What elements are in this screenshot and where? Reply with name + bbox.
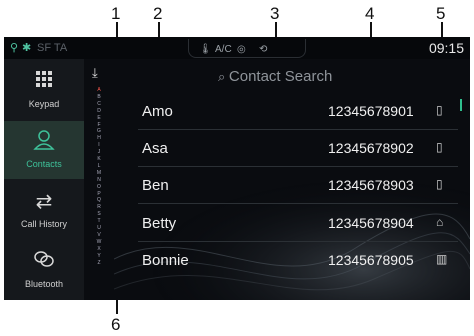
contact-name: Asa: [142, 140, 168, 157]
alphabet-letter[interactable]: Y: [84, 253, 114, 259]
sidebar-item-bluetooth[interactable]: Bluetooth: [4, 241, 84, 299]
clock: 09:15: [428, 40, 464, 56]
sidebar-item-label: Contacts: [26, 159, 62, 169]
contact-phone: 12345678902: [328, 140, 414, 156]
alphabet-letter[interactable]: R: [84, 204, 114, 210]
alphabet-letter[interactable]: Z: [84, 260, 114, 266]
alphabet-index[interactable]: ⤓ ABCDEFGHIJKLMNOPQRSTUVWXYZ: [84, 59, 114, 300]
row-divider: [138, 203, 458, 204]
contact-row[interactable]: Asa 12345678902 ▯: [138, 130, 458, 166]
alphabet-letter[interactable]: B: [84, 94, 114, 100]
contact-name: Amo: [142, 103, 173, 120]
status-bar: ⚲ ✱ SF TA 🌡 A/C ◎ ⟲ 09:15: [4, 37, 470, 59]
search-input[interactable]: ⌕ Contact Search: [218, 68, 332, 85]
alphabet-letter[interactable]: I: [84, 142, 114, 148]
search-placeholder: Contact Search: [228, 68, 333, 85]
alphabet-letter[interactable]: D: [84, 108, 114, 114]
contact-row[interactable]: Amo 12345678901 ▯: [138, 93, 458, 129]
alphabet-letter[interactable]: P: [84, 191, 114, 197]
sidebar-item-call-history[interactable]: ⇄ Call History: [4, 181, 84, 239]
contacts-panel: ⌕ Contact Search Amo 12345678901 ▯ Asa 1…: [114, 59, 470, 300]
alphabet-letter[interactable]: W: [84, 239, 114, 245]
alphabet-letter[interactable]: M: [84, 170, 114, 176]
callout-6: 6: [111, 315, 121, 334]
sidebar-item-keypad[interactable]: Keypad: [4, 61, 84, 119]
contact-name: Bonnie: [142, 252, 189, 269]
alphabet-letter[interactable]: N: [84, 177, 114, 183]
contact-row[interactable]: Ben 12345678903 ▯: [138, 167, 458, 203]
contact-name: Betty: [142, 215, 177, 232]
alphabet-letter[interactable]: T: [84, 218, 114, 224]
usb-icon: ⚲: [10, 42, 19, 54]
alphabet-letter[interactable]: J: [84, 149, 114, 155]
alphabet-letter[interactable]: F: [84, 122, 114, 128]
bluetooth-icon: ✱: [22, 42, 32, 54]
alphabet-letter[interactable]: L: [84, 163, 114, 169]
search-icon: ⌕: [218, 69, 229, 84]
climate-group: 🌡 A/C ◎ ⟲: [188, 39, 306, 58]
keypad-icon: [4, 69, 84, 95]
alphabet-letter[interactable]: V: [84, 232, 114, 238]
alphabet-letter[interactable]: O: [84, 184, 114, 190]
alphabet-letter[interactable]: C: [84, 101, 114, 107]
person-icon: [4, 129, 84, 157]
mobile-icon: ▯: [436, 103, 443, 117]
recirculation-icon: ⟲: [259, 44, 268, 55]
alphabet-letter[interactable]: A: [84, 87, 114, 93]
contact-phone: 12345678904: [328, 215, 414, 231]
office-icon: ▥: [436, 252, 448, 266]
mobile-icon: ▯: [436, 140, 443, 154]
contact-phone: 12345678901: [328, 103, 414, 119]
callout-5: 5: [436, 4, 446, 23]
phone-app-screen: ⚲ ✱ SF TA 🌡 A/C ◎ ⟲ 09:15 Keypad Contact…: [4, 37, 470, 300]
alphabet-letter[interactable]: E: [84, 115, 114, 121]
ac-label: A/C: [215, 44, 232, 55]
mobile-icon: ▯: [436, 177, 443, 191]
swap-arrows-icon: ⇄: [35, 191, 53, 213]
callout-4: 4: [365, 4, 375, 23]
alphabet-letter[interactable]: X: [84, 246, 114, 252]
link-icon: [4, 249, 84, 275]
sidebar: Keypad Contacts ⇄ Call History Bluetooth: [4, 59, 88, 300]
scrollbar[interactable]: [460, 99, 462, 111]
contact-name: Ben: [142, 177, 169, 194]
download-contacts-icon[interactable]: ⤓: [92, 65, 98, 81]
callout-1: 1: [111, 4, 121, 23]
alphabet-letter[interactable]: G: [84, 128, 114, 134]
alphabet-letter[interactable]: H: [84, 135, 114, 141]
contact-phone: 12345678903: [328, 177, 414, 193]
contact-phone: 12345678905: [328, 252, 414, 268]
alphabet-letter[interactable]: U: [84, 225, 114, 231]
alphabet-letter[interactable]: Q: [84, 197, 114, 203]
sidebar-item-label: Keypad: [28, 99, 60, 109]
sidebar-item-label: Bluetooth: [24, 279, 64, 289]
status-text: SF TA: [37, 42, 68, 54]
contact-row[interactable]: Bonnie 12345678905 ▥: [138, 242, 458, 278]
alphabet-letter[interactable]: S: [84, 211, 114, 217]
callout-3: 3: [270, 4, 280, 23]
alphabet-letter[interactable]: K: [84, 156, 114, 162]
temperature-icon: 🌡: [199, 44, 212, 55]
callout-2: 2: [153, 4, 163, 23]
sidebar-item-label: Call History: [20, 219, 67, 229]
fan-icon: ◎: [237, 44, 246, 55]
sidebar-item-contacts[interactable]: Contacts: [4, 121, 88, 179]
home-icon: ⌂: [436, 215, 444, 229]
contact-row[interactable]: Betty 12345678904 ⌂: [138, 205, 458, 241]
